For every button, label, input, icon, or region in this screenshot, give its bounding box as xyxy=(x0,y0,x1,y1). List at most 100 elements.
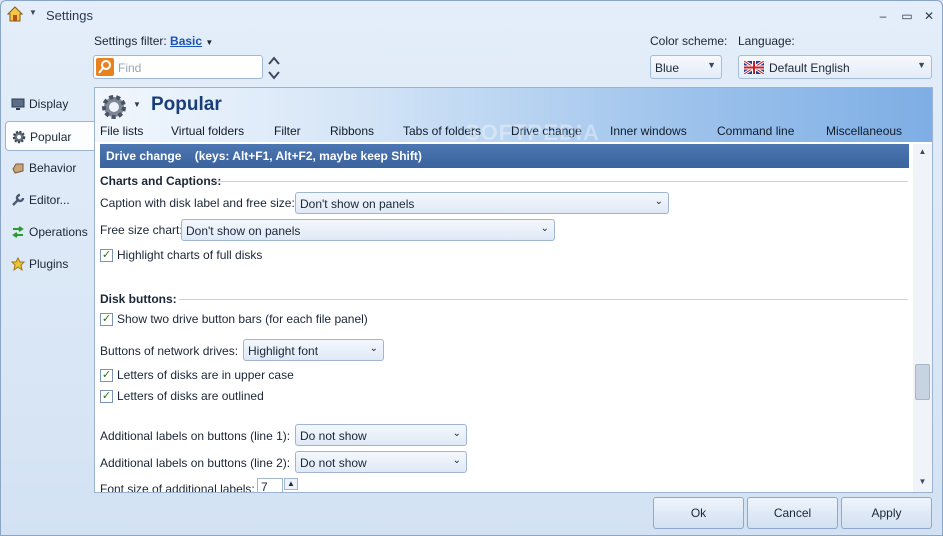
arrows-icon xyxy=(12,226,24,238)
vertical-scrollbar[interactable]: ▲ ▼ xyxy=(913,144,932,492)
gear-icon[interactable] xyxy=(99,92,129,122)
language-select[interactable]: Default English ▼ xyxy=(738,55,932,79)
highlight-charts-label: Highlight charts of full disks xyxy=(117,248,263,262)
group-heading-charts: Charts and Captions: xyxy=(100,174,222,188)
group-heading-disk-buttons: Disk buttons: xyxy=(100,292,177,306)
puzzle-icon xyxy=(11,257,25,271)
chevron-down-icon: ⌄ xyxy=(654,196,663,207)
chevron-down-icon: ⌄ xyxy=(452,455,461,466)
gear-icon xyxy=(12,130,26,144)
chevron-down-icon[interactable]: ▼ xyxy=(133,100,141,109)
sidebar-item-popular[interactable]: Popular xyxy=(5,121,95,151)
caption-label: Caption with disk label and free size: xyxy=(100,196,295,210)
sidebar-item-label: Operations xyxy=(29,225,88,239)
divider xyxy=(215,181,908,182)
sidebar-item-label: Popular xyxy=(30,130,72,144)
wrench-icon xyxy=(12,193,25,206)
color-scheme-label: Color scheme: xyxy=(650,34,728,48)
settings-content: Charts and Captions: Caption with disk l… xyxy=(95,168,913,492)
monitor-icon xyxy=(11,98,25,110)
line1-value: Do not show xyxy=(300,429,367,443)
language-label: Language: xyxy=(738,34,795,48)
line1-label: Additional labels on buttons (line 1): xyxy=(100,429,291,443)
tab-filter[interactable]: Filter xyxy=(274,124,301,138)
restore-button[interactable]: ▭ xyxy=(897,7,917,25)
outlined-label: Letters of disks are outlined xyxy=(117,389,264,403)
line1-select[interactable]: Do not show ⌄ xyxy=(295,424,467,446)
free-size-value: Don't show on panels xyxy=(186,224,301,238)
search-placeholder: Find xyxy=(118,61,142,75)
checkbox-checked-icon: ✓ xyxy=(100,313,113,326)
two-drive-bars-label: Show two drive button bars (for each fil… xyxy=(117,312,368,326)
filter-chevron-down-icon[interactable]: ▼ xyxy=(205,38,213,47)
line2-value: Do not show xyxy=(300,456,367,470)
title-menu-arrow-icon[interactable]: ▼ xyxy=(29,8,37,17)
settings-filter: Settings filter: Basic ▼ xyxy=(94,34,213,48)
tab-file-lists[interactable]: File lists xyxy=(100,124,143,138)
ok-button[interactable]: Ok xyxy=(653,497,744,529)
sidebar-item-operations[interactable]: Operations xyxy=(5,217,93,247)
network-drives-label: Buttons of network drives: xyxy=(100,344,239,358)
color-scheme-value: Blue xyxy=(655,61,680,75)
checkbox-checked-icon: ✓ xyxy=(100,249,113,262)
sidebar-item-label: Display xyxy=(29,97,69,111)
chevron-down-icon: ▼ xyxy=(707,60,716,70)
tab-command-line[interactable]: Command line xyxy=(717,124,794,138)
caption-select[interactable]: Don't show on panels ⌄ xyxy=(295,192,669,214)
search-icon xyxy=(96,58,114,76)
minimize-button[interactable]: ‒ xyxy=(873,7,893,25)
font-size-stepper[interactable]: 7 xyxy=(257,478,283,492)
tab-ribbons[interactable]: Ribbons xyxy=(330,124,374,138)
language-value: Default English xyxy=(769,61,850,75)
free-size-label: Free size chart: xyxy=(100,223,183,237)
home-icon[interactable] xyxy=(7,6,23,22)
uk-flag-icon xyxy=(744,61,764,74)
watermark: SOFTPEDIA xyxy=(465,120,600,145)
settings-window: ▼ Settings ‒ ▭ ✕ Settings filter: Basic … xyxy=(0,0,943,536)
scroll-down-icon[interactable]: ▼ xyxy=(913,474,932,490)
chevron-down-icon: ▼ xyxy=(917,60,926,70)
line2-label: Additional labels on buttons (line 2): xyxy=(100,456,291,470)
tab-inner-windows[interactable]: Inner windows xyxy=(610,124,687,138)
free-size-select[interactable]: Don't show on panels ⌄ xyxy=(181,219,555,241)
cancel-button[interactable]: Cancel xyxy=(747,497,838,529)
search-input[interactable]: Find xyxy=(93,55,263,79)
settings-panel: ▼ Popular File lists Virtual folders Fil… xyxy=(94,87,933,493)
close-button[interactable]: ✕ xyxy=(919,7,939,25)
sidebar-item-editor[interactable]: Editor... xyxy=(5,185,93,215)
apply-button[interactable]: Apply xyxy=(841,497,932,529)
hand-icon xyxy=(12,163,24,174)
network-drives-select[interactable]: Highlight font ⌄ xyxy=(243,339,384,361)
tab-virtual-folders[interactable]: Virtual folders xyxy=(171,124,244,138)
page-title: Popular xyxy=(151,94,222,115)
font-size-label: Font size of additional labels: xyxy=(100,482,255,492)
sidebar-item-plugins[interactable]: Plugins xyxy=(5,249,93,279)
sidebar-item-label: Editor... xyxy=(29,193,70,207)
font-size-value: 7 xyxy=(261,480,268,492)
sidebar-item-label: Behavior xyxy=(29,161,77,175)
chevron-down-icon: ⌄ xyxy=(369,343,378,354)
caption-value: Don't show on panels xyxy=(300,197,415,211)
settings-filter-label: Settings filter: xyxy=(94,34,167,48)
network-drives-value: Highlight font xyxy=(248,344,319,358)
section-title: Drive change (keys: Alt+F1, Alt+F2, mayb… xyxy=(106,149,422,163)
sidebar-item-behavior[interactable]: Behavior xyxy=(5,153,93,183)
scroll-up-icon[interactable]: ▲ xyxy=(913,144,932,160)
upper-case-label: Letters of disks are in upper case xyxy=(117,368,294,382)
scroll-thumb[interactable] xyxy=(915,364,930,400)
checkbox-checked-icon: ✓ xyxy=(100,369,113,382)
color-scheme-select[interactable]: Blue ▼ xyxy=(650,55,722,79)
chevron-down-icon: ⌄ xyxy=(540,223,549,234)
line2-select[interactable]: Do not show ⌄ xyxy=(295,451,467,473)
stepper-up-icon[interactable]: ▲ xyxy=(284,478,298,490)
tab-miscellaneous[interactable]: Miscellaneous xyxy=(826,124,902,138)
window-title: Settings xyxy=(46,8,93,23)
settings-filter-dropdown[interactable]: Basic xyxy=(170,34,202,48)
title-bar: ▼ Settings ‒ ▭ ✕ xyxy=(1,1,942,31)
chevron-down-icon: ⌄ xyxy=(452,428,461,439)
divider xyxy=(179,299,908,300)
sidebar-item-label: Plugins xyxy=(29,257,69,271)
sidebar-item-display[interactable]: Display xyxy=(5,89,93,119)
search-navigate-updown-icon[interactable] xyxy=(267,55,281,81)
checkbox-checked-icon: ✓ xyxy=(100,390,113,403)
